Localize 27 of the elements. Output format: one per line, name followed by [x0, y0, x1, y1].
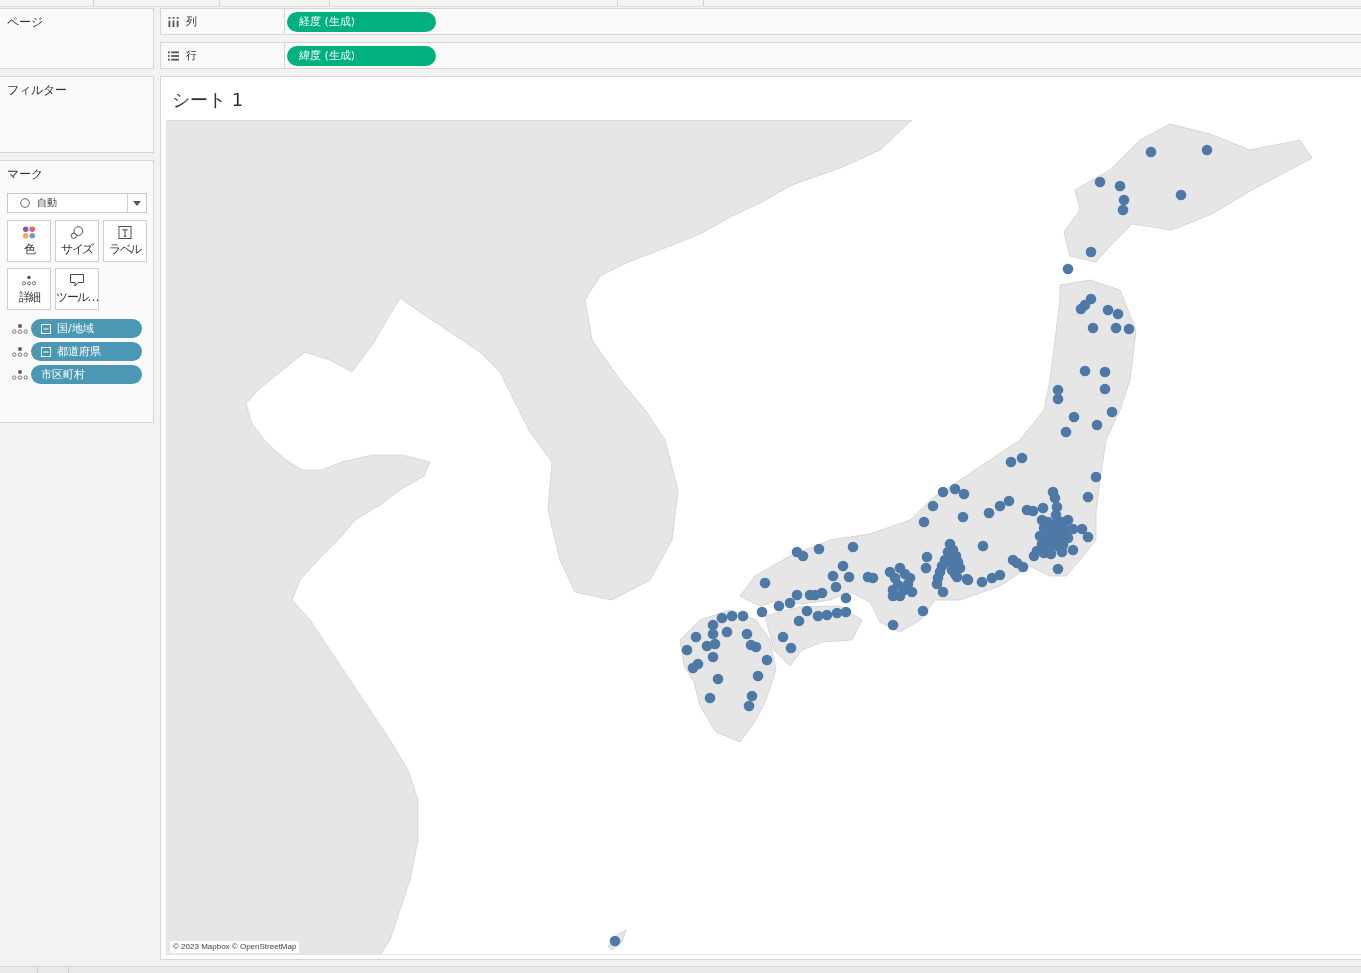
color-dots-icon [22, 226, 36, 239]
collapse-icon[interactable] [41, 323, 51, 334]
label-card-button[interactable]: ラベル [103, 220, 147, 262]
map-attribution: © 2023 Mapbox © OpenStreetMap [170, 941, 300, 953]
text-label-icon [118, 226, 132, 239]
sheet-title: シート 1 [172, 89, 244, 111]
speech-bubble-icon [70, 274, 84, 287]
tooltip-card-button[interactable]: ツール… [55, 268, 99, 310]
detail-dots-icon [12, 323, 28, 334]
detail-card-button[interactable]: 詳細 [7, 268, 51, 310]
panel-title: マーク [7, 167, 43, 181]
panel-title: フィルター [7, 83, 67, 97]
columns-icon [168, 16, 179, 27]
detail-dots-icon [12, 346, 28, 357]
panel-title: ページ [7, 15, 43, 29]
caret-icon [133, 200, 141, 206]
color-card-button[interactable]: 色 [7, 220, 51, 262]
size-circles-icon [70, 226, 84, 239]
shelf-label: 列 [186, 14, 197, 29]
size-card-button[interactable]: サイズ [55, 220, 99, 262]
shelf-label: 行 [186, 48, 197, 63]
rows-icon [168, 50, 179, 61]
circle-icon [20, 198, 30, 208]
detail-dots-icon [12, 369, 28, 380]
collapse-icon[interactable] [41, 346, 51, 357]
mark-type-dropdown[interactable]: 自動 [7, 193, 147, 213]
detail-dots-icon [22, 274, 36, 287]
